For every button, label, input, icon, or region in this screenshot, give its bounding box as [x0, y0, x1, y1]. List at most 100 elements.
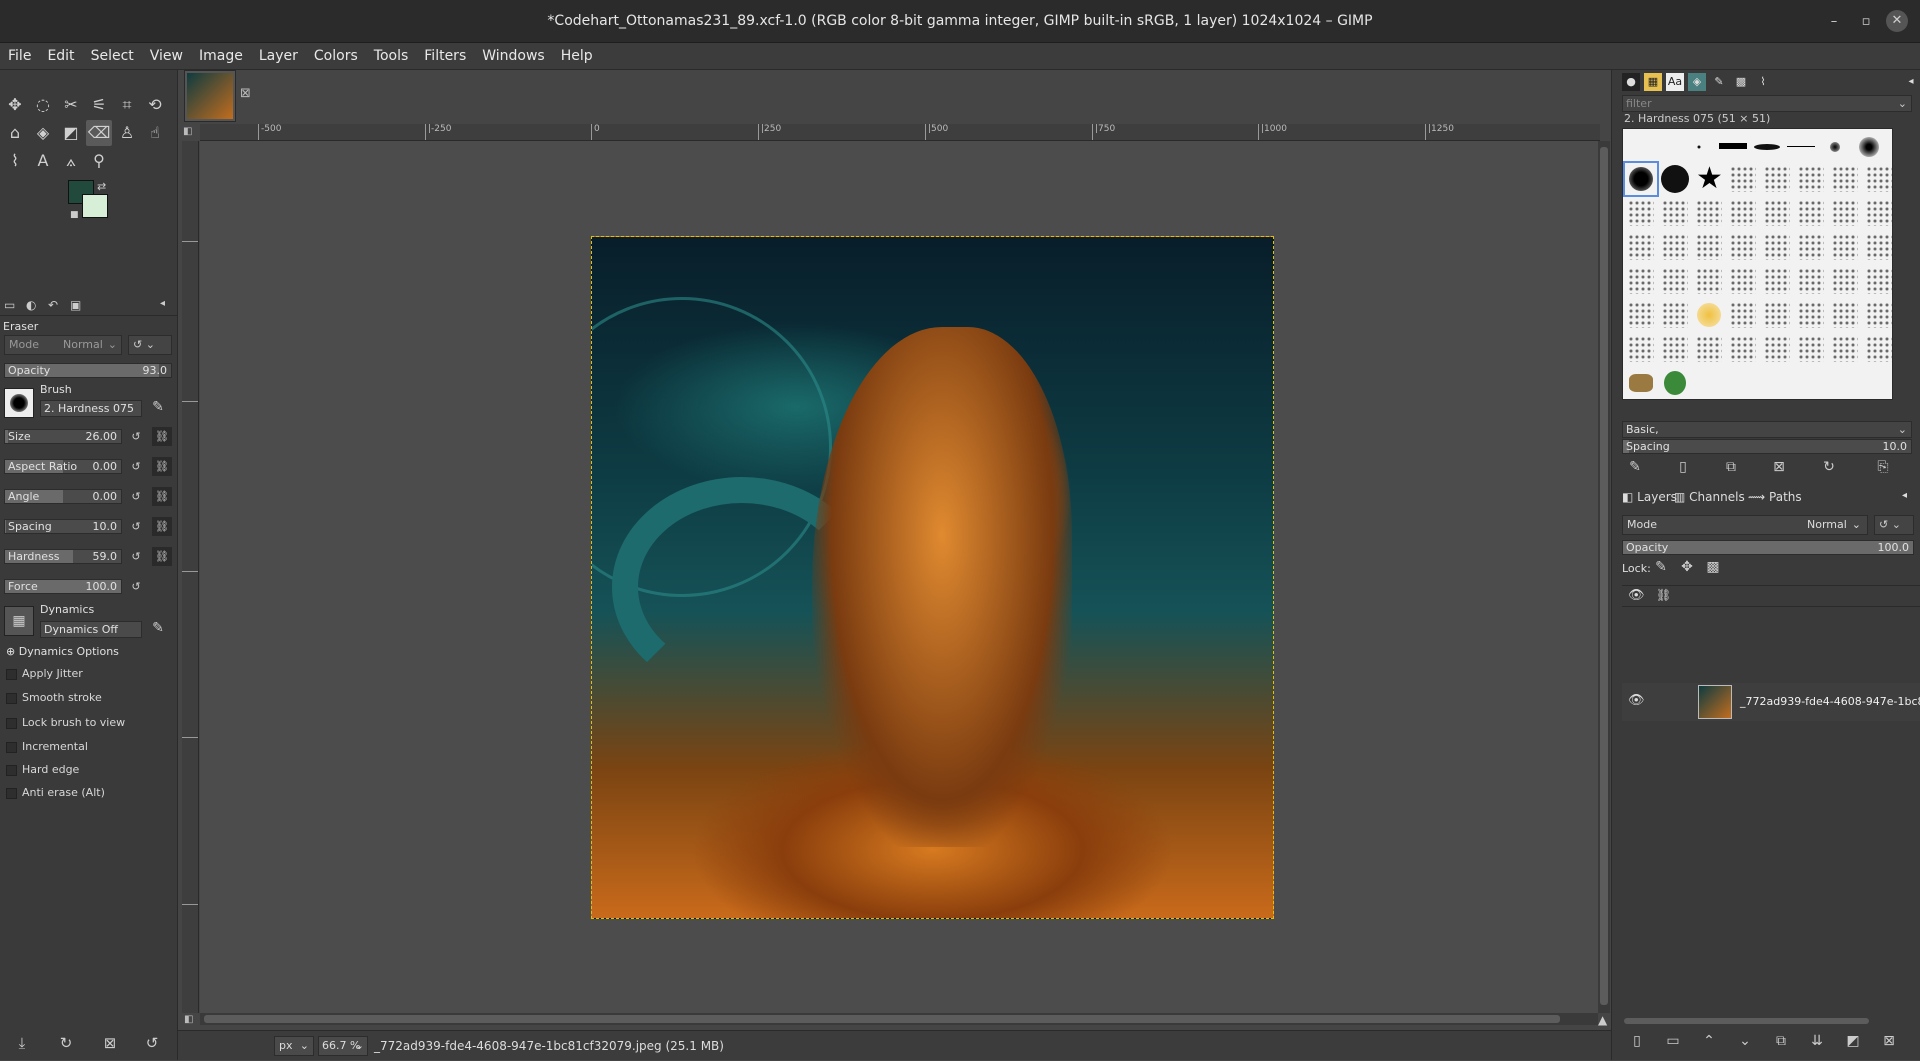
image-tab-thumbnail[interactable] — [184, 70, 236, 122]
transform-tool-icon[interactable]: ⟲ — [142, 92, 168, 118]
visibility-header-icon[interactable]: 👁 — [1628, 588, 1645, 603]
reset-options-icon[interactable]: ↺ — [142, 1034, 162, 1052]
minimize-button[interactable]: – — [1820, 0, 1848, 43]
mode-combo[interactable]: Mode Normal ⌄ — [4, 335, 122, 355]
maximize-button[interactable]: ▫ — [1852, 0, 1880, 43]
spacing-reset-icon[interactable]: ↺ — [128, 519, 144, 534]
angle-link-icon[interactable]: ⛓ — [152, 487, 172, 506]
dynamics-options-expander[interactable]: ⊕ Dynamics Options — [6, 645, 119, 658]
size-link-icon[interactable]: ⛓ — [152, 427, 172, 446]
close-button[interactable]: ✕ — [1886, 10, 1908, 32]
fonts-tab-icon[interactable]: Aa — [1666, 73, 1684, 91]
new-layer-icon[interactable]: ▯ — [1626, 1033, 1648, 1049]
color-picker-icon[interactable]: ⟑ — [58, 148, 84, 174]
chain-header-icon[interactable]: ⛓ — [1656, 588, 1671, 602]
zoom-tool-icon[interactable]: ⚲ — [86, 148, 112, 174]
document-history-tab-icon[interactable]: ⌇ — [1754, 73, 1772, 91]
menu-windows[interactable]: Windows — [474, 43, 553, 70]
undo-history-tab-icon[interactable]: ↶ — [48, 298, 58, 312]
aspect-ratio-slider[interactable]: Aspect Ratio 0.00 — [4, 459, 122, 474]
lock-brush-checkbox[interactable] — [6, 718, 17, 729]
layer-opacity-slider[interactable]: Opacity 100.0 — [1622, 540, 1914, 555]
tab-paths[interactable]: ⟿ Paths — [1748, 490, 1802, 504]
aspect-reset-icon[interactable]: ↺ — [128, 459, 144, 474]
close-image-tab-icon[interactable]: ⊠ — [240, 86, 251, 101]
move-tool-icon[interactable]: ✥ — [2, 92, 28, 118]
layer-mode-reset[interactable]: ↺ ⌄ — [1874, 515, 1914, 535]
hardness-link-icon[interactable]: ⛓ — [152, 547, 172, 566]
navigate-icon[interactable]: ▲ — [1598, 1013, 1612, 1027]
new-layer-group-icon[interactable]: ▭ — [1662, 1033, 1684, 1049]
lock-position-icon[interactable]: ✥ — [1676, 559, 1698, 575]
palettes-tab-icon[interactable]: ▩ — [1732, 73, 1750, 91]
eye-icon[interactable]: 👁 — [1628, 693, 1645, 708]
merge-layer-icon[interactable]: ⇊ — [1806, 1033, 1828, 1049]
spacing-link-icon[interactable]: ⛓ — [152, 517, 172, 536]
crop-tool-icon[interactable]: ⌗ — [114, 92, 140, 118]
angle-slider[interactable]: Angle 0.00 — [4, 489, 122, 504]
incremental-checkbox[interactable] — [6, 742, 17, 753]
brush-filter-input[interactable]: filter ⌄ — [1622, 95, 1912, 112]
opacity-slider[interactable]: Opacity 93.0 — [4, 363, 172, 378]
duplicate-layer-icon[interactable]: ⧉ — [1770, 1033, 1792, 1049]
menu-edit[interactable]: Edit — [39, 43, 82, 70]
dynamics-field[interactable]: Dynamics Off — [40, 621, 142, 638]
menu-view[interactable]: View — [142, 43, 191, 70]
dock-configure-icon[interactable]: ◂ — [1902, 73, 1920, 91]
menu-select[interactable]: Select — [83, 43, 142, 70]
tool-options-tab-icon[interactable]: ▭ — [4, 298, 15, 312]
unit-select[interactable]: px ⌄ — [274, 1036, 314, 1056]
size-slider[interactable]: Size 26.00 — [4, 429, 122, 444]
tab-layers[interactable]: ◧ Layers — [1622, 490, 1677, 504]
menu-file[interactable]: File — [0, 43, 39, 70]
horizontal-scrollbar[interactable] — [200, 1013, 1598, 1025]
menu-colors[interactable]: Colors — [306, 43, 366, 70]
paths-tool-icon[interactable]: ⌇ — [2, 148, 28, 174]
warp-tool-icon[interactable]: ⌂ — [2, 120, 28, 146]
gradients-tab-icon[interactable]: ◈ — [1688, 73, 1706, 91]
zoom-select[interactable]: 66.7 % ⌄ — [318, 1036, 368, 1056]
zoom-fit-icon[interactable]: ◧ — [184, 1014, 193, 1025]
text-tool-icon[interactable]: A — [30, 148, 56, 174]
brush-editor-tab-icon[interactable]: ✎ — [1710, 73, 1728, 91]
brush-grid[interactable]: ★ — [1622, 128, 1893, 400]
patterns-tab-icon[interactable]: ▦ — [1644, 73, 1662, 91]
smooth-stroke-checkbox[interactable] — [6, 693, 17, 704]
smudge-tool-icon[interactable]: ☝ — [142, 120, 168, 146]
fuzzy-select-icon[interactable]: ⚟ — [86, 92, 112, 118]
new-brush-icon[interactable]: ▯ — [1672, 459, 1694, 475]
brush-name-field[interactable]: 2. Hardness 075 — [40, 400, 142, 417]
default-colors-icon[interactable]: ■ — [70, 210, 79, 220]
hardness-slider[interactable]: Hardness 59.0 — [4, 549, 122, 564]
layer-mode-combo[interactable]: Mode Normal ⌄ — [1622, 515, 1868, 535]
brush-preview[interactable] — [4, 388, 34, 418]
dynamics-preview-icon[interactable]: ▦ — [4, 606, 34, 636]
brush-preset-select[interactable]: Basic, ⌄ — [1622, 421, 1912, 438]
menu-layer[interactable]: Layer — [251, 43, 306, 70]
layer-mask-icon[interactable]: ◩ — [1842, 1033, 1864, 1049]
restore-options-icon[interactable]: ↻ — [56, 1034, 76, 1052]
menu-help[interactable]: Help — [553, 43, 601, 70]
refresh-brushes-icon[interactable]: ↻ — [1818, 459, 1840, 475]
raise-layer-icon[interactable]: ⌃ — [1698, 1033, 1720, 1049]
apply-jitter-checkbox[interactable] — [6, 669, 17, 680]
lower-layer-icon[interactable]: ⌄ — [1734, 1033, 1756, 1049]
anti-erase-checkbox[interactable] — [6, 788, 17, 799]
menu-filters[interactable]: Filters — [416, 43, 474, 70]
dragon-artwork-image[interactable] — [591, 236, 1274, 919]
delete-brush-icon[interactable]: ⊠ — [1768, 459, 1790, 475]
gradient-tool-icon[interactable]: ◩ — [58, 120, 84, 146]
device-status-tab-icon[interactable]: ◐ — [26, 298, 36, 312]
hardness-reset-icon[interactable]: ↺ — [128, 549, 144, 564]
edit-dynamics-icon[interactable]: ✎ — [150, 621, 166, 636]
lasso-tool-icon[interactable]: ◌ — [30, 92, 56, 118]
delete-options-icon[interactable]: ⊠ — [100, 1034, 120, 1052]
swap-colors-icon[interactable]: ⇄ — [97, 180, 106, 193]
brush-hardness-075[interactable] — [1623, 161, 1659, 197]
image-canvas[interactable] — [200, 141, 1598, 1013]
images-tab-icon[interactable]: ▣ — [70, 298, 81, 312]
hard-edge-checkbox[interactable] — [6, 765, 17, 776]
force-reset-icon[interactable]: ↺ — [128, 579, 144, 594]
tab-channels[interactable]: ▥ Channels — [1674, 490, 1745, 504]
menu-tools[interactable]: Tools — [366, 43, 417, 70]
